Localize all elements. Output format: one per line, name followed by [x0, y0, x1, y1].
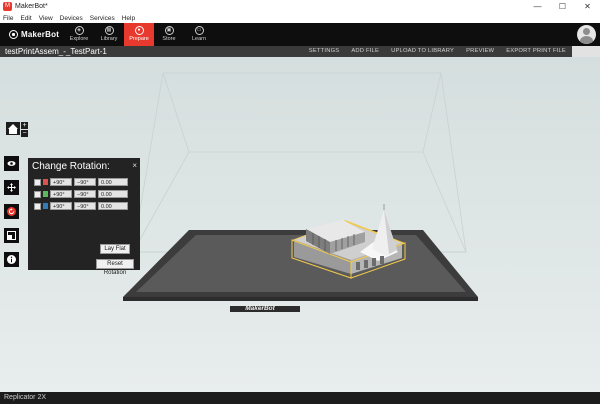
tab-label: Prepare	[129, 36, 149, 42]
tab-label: Explore	[69, 36, 89, 42]
scale-tool-button[interactable]	[4, 228, 19, 243]
learn-icon: ▭	[194, 26, 204, 35]
print-button[interactable]: PRINT	[572, 46, 600, 57]
rotate-tool-button[interactable]	[4, 204, 19, 219]
cube-y-icon	[34, 190, 41, 198]
compass-icon: ◈	[74, 26, 84, 35]
build-volume-wireframe	[132, 72, 467, 253]
view-tool-button[interactable]	[4, 156, 19, 171]
tab-explore[interactable]: ◈ Explore	[64, 23, 94, 46]
project-actions: SETTINGS ADD FILE UPLOAD TO LIBRARY PREV…	[303, 46, 600, 57]
rotation-row-z: +90° −90° 0.00	[34, 202, 130, 210]
rotation-row-x: +90° −90° 0.00	[34, 178, 130, 186]
cube-x-icon	[34, 178, 41, 186]
change-rotation-panel: Change Rotation: × +90° −90° 0.00 +90° −…	[28, 158, 140, 276]
status-bar: Replicator 2X	[0, 392, 600, 404]
export-print-file-button[interactable]: EXPORT PRINT FILE	[506, 46, 566, 57]
tab-learn[interactable]: ▭ Learn	[184, 23, 214, 46]
rotate-x-minus90-button[interactable]: −90°	[74, 178, 96, 186]
maximize-button[interactable]: ☐	[550, 0, 575, 14]
makerbot-app-icon: M	[3, 2, 12, 11]
zoom-out-button[interactable]: −	[21, 130, 28, 137]
preview-button[interactable]: PREVIEW	[466, 46, 494, 57]
top-navigation: MakerBot ◈ Explore ▦ Library ● Prepare ▣…	[0, 23, 600, 46]
rotation-x-input[interactable]: 0.00	[98, 178, 128, 186]
makerbot-logo-icon	[9, 30, 18, 39]
move-icon	[7, 183, 16, 192]
scale-icon	[7, 231, 16, 240]
logo-text: MakerBot	[21, 30, 60, 39]
rotation-y-input[interactable]: 0.00	[98, 190, 128, 198]
rotation-row-y: +90° −90° 0.00	[34, 190, 130, 198]
tab-label: Learn	[191, 36, 207, 42]
minimize-button[interactable]: —	[525, 0, 550, 14]
rotation-z-input[interactable]: 0.00	[98, 202, 128, 210]
eye-icon	[7, 161, 16, 166]
rotate-y-plus90-button[interactable]: +90°	[50, 190, 72, 198]
3d-viewport[interactable]: MakerBot + − Change Rotation: × +90° −90…	[0, 57, 600, 392]
rotate-z-minus90-button[interactable]: −90°	[74, 202, 96, 210]
menu-file[interactable]: File	[3, 14, 13, 23]
project-name: testPrintAssem_-_TestPart-1	[5, 47, 107, 56]
add-file-button[interactable]: ADD FILE	[351, 46, 379, 57]
window-controls: — ☐ ✕	[525, 0, 600, 14]
reset-rotation-button[interactable]: Reset Rotation	[96, 259, 134, 276]
lay-flat-button[interactable]: Lay Flat	[100, 244, 130, 254]
panel-title: Change Rotation:	[32, 161, 110, 172]
upload-to-library-button[interactable]: UPLOAD TO LIBRARY	[391, 46, 454, 57]
close-button[interactable]: ✕	[575, 0, 600, 14]
move-tool-button[interactable]	[4, 180, 19, 195]
z-axis-icon	[43, 203, 48, 209]
platform-logo: MakerBot	[245, 305, 275, 312]
makerbot-logo[interactable]: MakerBot	[9, 30, 59, 39]
nav-tabs: ◈ Explore ▦ Library ● Prepare ▣ Store ▭ …	[64, 23, 214, 46]
rotate-y-minus90-button[interactable]: −90°	[74, 190, 96, 198]
menu-edit[interactable]: Edit	[20, 14, 31, 23]
tab-library[interactable]: ▦ Library	[94, 23, 124, 46]
user-avatar[interactable]	[577, 25, 596, 44]
x-axis-icon	[43, 179, 48, 185]
prepare-icon: ●	[134, 26, 144, 35]
info-tool-button[interactable]	[4, 252, 19, 267]
rotate-x-plus90-button[interactable]: +90°	[50, 178, 72, 186]
menu-devices[interactable]: Devices	[60, 14, 83, 23]
menu-services[interactable]: Services	[90, 14, 115, 23]
printer-name[interactable]: Replicator 2X	[4, 394, 46, 401]
y-axis-icon	[43, 191, 48, 197]
cube-z-icon	[34, 202, 41, 210]
menu-view[interactable]: View	[39, 14, 53, 23]
home-icon	[8, 124, 18, 134]
tab-store[interactable]: ▣ Store	[154, 23, 184, 46]
project-bar: testPrintAssem_-_TestPart-1 SETTINGS ADD…	[0, 46, 600, 57]
menu-bar: File Edit View Devices Services Help	[0, 14, 600, 23]
info-icon	[7, 255, 16, 264]
title-bar: M MakerBot* — ☐ ✕	[0, 0, 600, 14]
zoom-in-button[interactable]: +	[21, 122, 28, 129]
store-icon: ▣	[164, 26, 174, 35]
rotate-z-plus90-button[interactable]: +90°	[50, 202, 72, 210]
library-icon: ▦	[104, 26, 114, 35]
tab-label: Library	[100, 36, 118, 42]
home-view-button[interactable]	[6, 122, 20, 135]
menu-help[interactable]: Help	[122, 14, 135, 23]
rotate-icon	[7, 207, 16, 216]
tab-label: Store	[162, 36, 176, 42]
panel-close-button[interactable]: ×	[132, 161, 137, 170]
tab-prepare[interactable]: ● Prepare	[124, 23, 154, 46]
window-title: MakerBot*	[15, 3, 48, 10]
settings-button[interactable]: SETTINGS	[309, 46, 340, 57]
